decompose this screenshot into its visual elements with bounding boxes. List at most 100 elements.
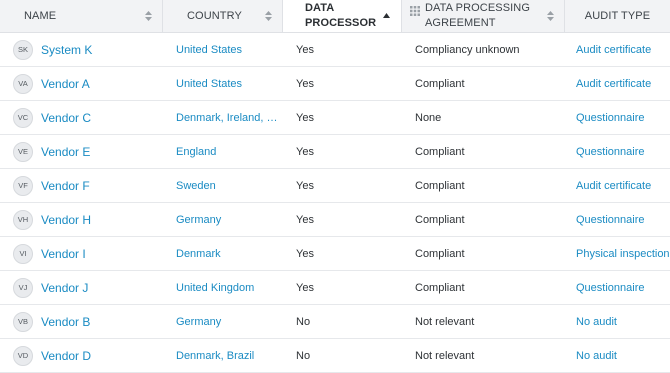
vendor-name-link[interactable]: Vendor C <box>41 111 91 125</box>
table-row[interactable]: SK System K United States Yes Compliancy unk… <box>0 33 670 67</box>
vendor-name-link[interactable]: System K <box>41 43 92 57</box>
dpa-status-value: Compliant <box>415 145 465 158</box>
column-header-line: AGREEMENT <box>425 17 496 29</box>
data-processor-value: Yes <box>296 77 314 90</box>
dpa-status-value: Compliant <box>415 213 465 226</box>
column-header-line: DATA PROCESSING <box>425 2 531 14</box>
table-row[interactable]: VB Vendor B Germany No Not relevant No audit <box>0 305 670 339</box>
country-link[interactable]: England <box>163 146 283 158</box>
table-row[interactable]: VF Vendor F Sweden Yes Compliant Audit certif… <box>0 169 670 203</box>
data-processor-value: Yes <box>296 145 314 158</box>
sort-updown-icon[interactable] <box>145 11 152 21</box>
vendor-name-link[interactable]: Vendor B <box>41 315 90 329</box>
audit-type-link[interactable]: Physical inspection <box>565 248 670 260</box>
data-processor-value: Yes <box>296 213 314 226</box>
data-processor-value: No <box>296 349 311 362</box>
avatar: SK <box>13 39 33 60</box>
name-cell: VF Vendor F <box>0 175 163 196</box>
data-processor-value: No <box>296 315 311 328</box>
dpa-status-value: Not relevant <box>415 349 475 362</box>
name-cell: VJ Vendor J <box>0 277 163 298</box>
data-processor-value: Yes <box>296 281 314 294</box>
data-processor-value: Yes <box>296 43 314 56</box>
vendor-table: NAME COUNTRY DATA PROCESSOR DATA PROCESS… <box>0 0 670 373</box>
column-header-label: DATA PROCESSOR <box>305 1 376 31</box>
audit-type-link[interactable]: Audit certificate <box>565 78 670 90</box>
avatar: VJ <box>13 277 33 298</box>
table-row[interactable]: VI Vendor I Denmark Yes Compliant Physical in… <box>0 237 670 271</box>
name-cell: VB Vendor B <box>0 311 163 332</box>
dpa-status-value: Compliant <box>415 179 465 192</box>
sort-updown-icon[interactable] <box>547 11 554 21</box>
country-link[interactable]: United States <box>163 78 283 90</box>
table-row[interactable]: VD Vendor D Denmark, Brazil No Not relevant N… <box>0 339 670 373</box>
name-cell: VD Vendor D <box>0 345 163 366</box>
grid-icon[interactable] <box>410 6 420 16</box>
country-link[interactable]: United States <box>163 44 283 56</box>
name-cell: VH Vendor H <box>0 209 163 230</box>
audit-type-link[interactable]: No audit <box>565 316 670 328</box>
avatar: VI <box>13 243 33 264</box>
avatar: VB <box>13 311 33 332</box>
country-link[interactable]: Germany <box>163 316 283 328</box>
dpa-status-value: Compliant <box>415 247 465 260</box>
name-cell: VI Vendor I <box>0 243 163 264</box>
audit-type-link[interactable]: Audit certificate <box>565 44 670 56</box>
column-header-country[interactable]: COUNTRY <box>163 0 283 32</box>
avatar: VH <box>13 209 33 230</box>
vendor-name-link[interactable]: Vendor D <box>41 349 91 363</box>
column-header-audit-type[interactable]: AUDIT TYPE <box>565 0 670 32</box>
vendor-name-link[interactable]: Vendor A <box>41 77 90 91</box>
dpa-status-value: Compliant <box>415 281 465 294</box>
country-link[interactable]: Denmark, Brazil <box>163 350 283 362</box>
audit-type-link[interactable]: Questionnaire <box>565 146 670 158</box>
column-header-line: PROCESSOR <box>305 17 377 29</box>
table-row[interactable]: VA Vendor A United States Yes Compliant Audit… <box>0 67 670 101</box>
data-processor-value: Yes <box>296 111 314 124</box>
table-row[interactable]: VJ Vendor J United Kingdom Yes Compliant Ques… <box>0 271 670 305</box>
table-body: SK System K United States Yes Compliancy unk… <box>0 33 670 373</box>
column-header-label: NAME <box>24 9 57 22</box>
vendor-name-link[interactable]: Vendor F <box>41 179 90 193</box>
country-link[interactable]: Sweden <box>163 180 283 192</box>
dpa-status-value: Compliancy unknown <box>415 43 520 56</box>
name-cell: SK System K <box>0 39 163 60</box>
audit-type-link[interactable]: No audit <box>565 350 670 362</box>
column-header-label: DATA PROCESSING AGREEMENT <box>425 1 530 31</box>
vendor-name-link[interactable]: Vendor I <box>41 247 86 261</box>
column-header-name[interactable]: NAME <box>0 0 163 32</box>
country-link[interactable]: Germany <box>163 214 283 226</box>
table-row[interactable]: VH Vendor H Germany Yes Compliant Questionnai… <box>0 203 670 237</box>
audit-type-link[interactable]: Questionnaire <box>565 282 670 294</box>
table-row[interactable]: VC Vendor C Denmark, Ireland, En... Yes None… <box>0 101 670 135</box>
avatar: VF <box>13 175 33 196</box>
vendor-name-link[interactable]: Vendor J <box>41 281 88 295</box>
sort-ascending-icon[interactable] <box>383 13 390 18</box>
vendor-name-link[interactable]: Vendor H <box>41 213 91 227</box>
avatar: VC <box>13 107 33 128</box>
table-header: NAME COUNTRY DATA PROCESSOR DATA PROCESS… <box>0 0 670 33</box>
country-link[interactable]: Denmark, Ireland, En... <box>163 112 283 124</box>
dpa-status-value: Compliant <box>415 77 465 90</box>
name-cell: VE Vendor E <box>0 141 163 162</box>
dpa-status-value: Not relevant <box>415 315 475 328</box>
table-row[interactable]: VE Vendor E England Yes Compliant Questionnai… <box>0 135 670 169</box>
audit-type-link[interactable]: Questionnaire <box>565 112 670 124</box>
dpa-status-value: None <box>415 111 442 124</box>
country-link[interactable]: United Kingdom <box>163 282 283 294</box>
column-header-data-processor[interactable]: DATA PROCESSOR <box>283 0 402 32</box>
avatar: VA <box>13 73 33 94</box>
column-header-line: DATA <box>305 2 335 14</box>
name-cell: VA Vendor A <box>0 73 163 94</box>
column-header-label: COUNTRY <box>187 9 242 22</box>
country-link[interactable]: Denmark <box>163 248 283 260</box>
data-processor-value: Yes <box>296 247 314 260</box>
sort-updown-icon[interactable] <box>265 11 272 21</box>
vendor-name-link[interactable]: Vendor E <box>41 145 90 159</box>
audit-type-link[interactable]: Questionnaire <box>565 214 670 226</box>
column-header-dpa[interactable]: DATA PROCESSING AGREEMENT <box>402 0 565 32</box>
avatar: VE <box>13 141 33 162</box>
audit-type-link[interactable]: Audit certificate <box>565 180 670 192</box>
avatar: VD <box>13 345 33 366</box>
column-header-label: AUDIT TYPE <box>584 9 651 22</box>
